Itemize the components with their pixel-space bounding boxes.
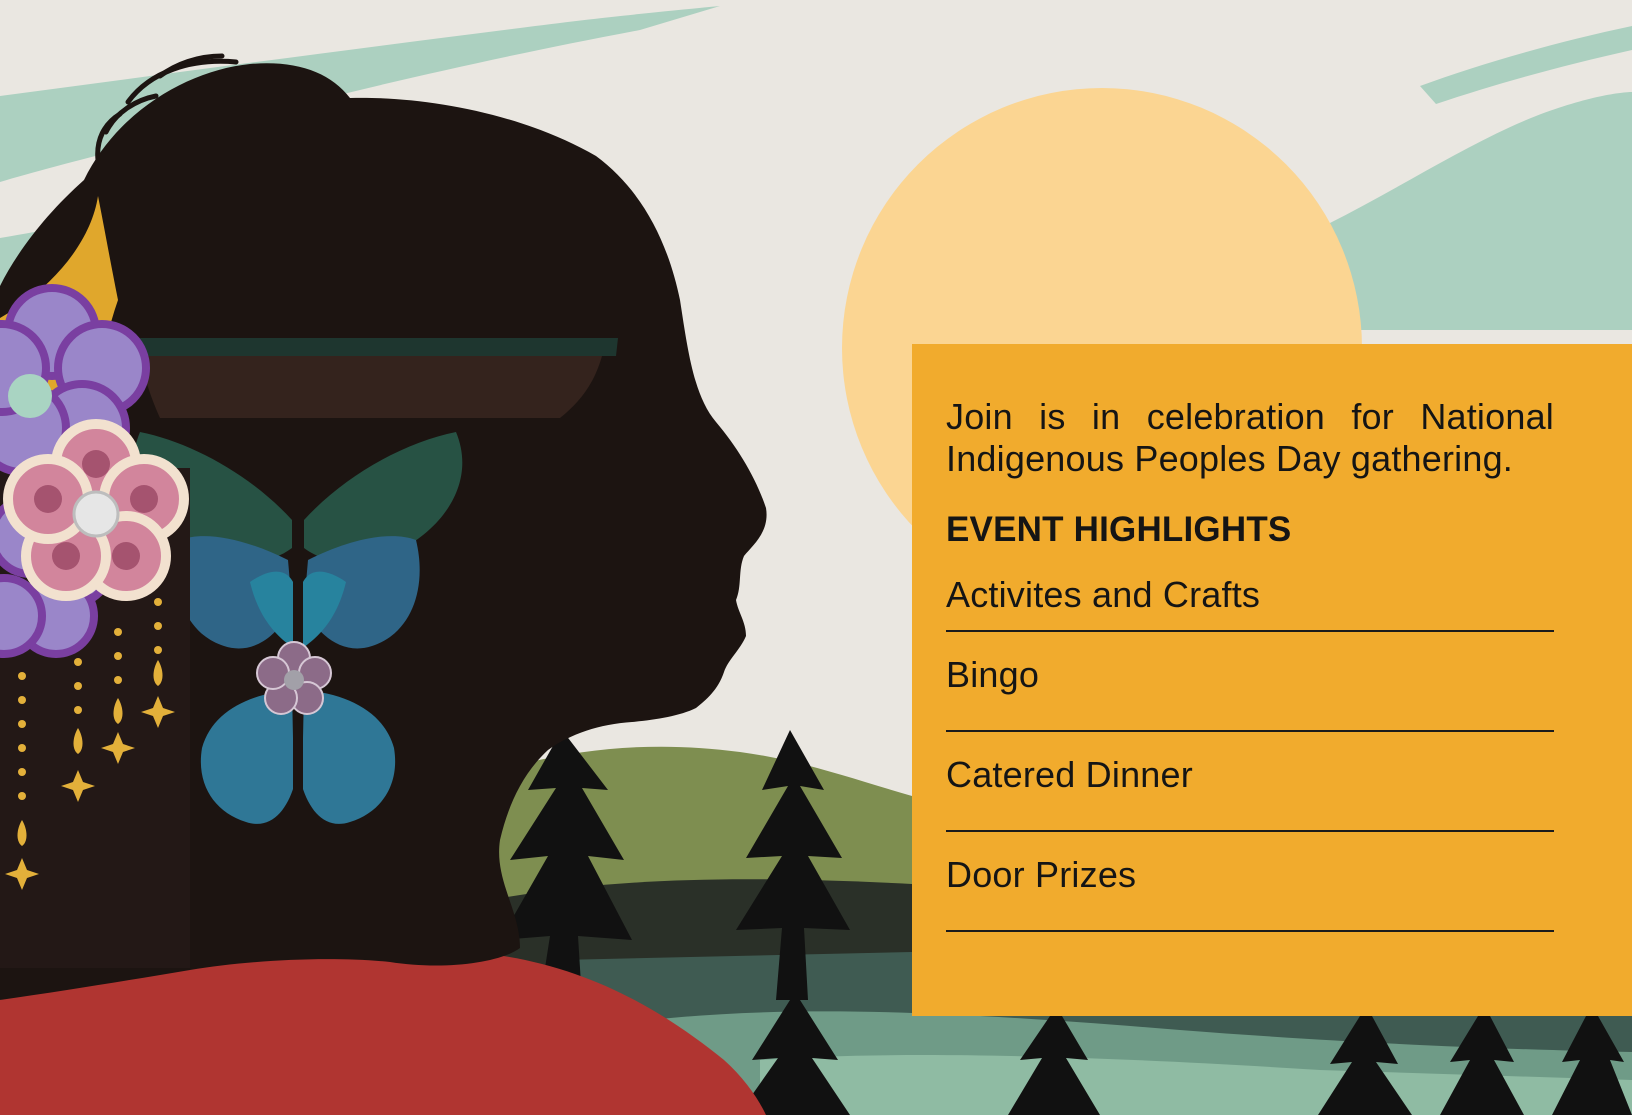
event-poster: Join is in celebration for National Indi… [0, 0, 1632, 1115]
headband [130, 338, 618, 356]
event-highlights-heading: EVENT HIGHLIGHTS [946, 510, 1292, 549]
highlight-label: Activites and Crafts [946, 574, 1261, 615]
event-info-panel: Join is in celebration for National Indi… [912, 344, 1632, 1016]
highlight-label: Bingo [946, 654, 1040, 695]
highlight-label: Catered Dinner [946, 754, 1193, 795]
highlights-list: Activites and Crafts Bingo Catered Dinne… [946, 572, 1554, 932]
highlight-item: Catered Dinner [946, 732, 1554, 832]
hair-band-color [140, 356, 602, 418]
invitation-text: Join is in celebration for National Indi… [946, 396, 1554, 479]
highlight-item: Activites and Crafts [946, 572, 1554, 632]
highlight-divider [946, 930, 1554, 932]
highlight-item: Bingo [946, 632, 1554, 732]
highlight-item: Door Prizes [946, 832, 1554, 932]
highlight-label: Door Prizes [946, 854, 1137, 895]
